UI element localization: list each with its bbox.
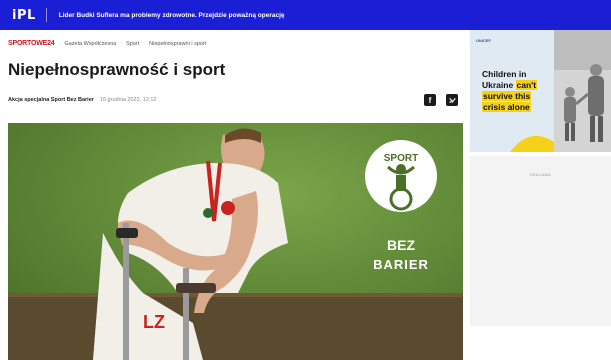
- breadcrumb-item-gazeta[interactable]: Gazeta Współczesna: [64, 41, 116, 47]
- breadcrumb: SPORTOWE24 · Gazeta Współczesna · Sport …: [8, 40, 206, 47]
- article-title: Niepełnosprawność i sport: [8, 60, 226, 79]
- facebook-icon: f: [428, 95, 432, 105]
- breadcrumb-separator: ·: [120, 40, 123, 47]
- twitter-icon: [448, 97, 456, 103]
- hero-photo-illustration: LZ SPORT BEZ BARIER: [8, 123, 463, 360]
- sidebar-placeholder: [470, 156, 611, 326]
- share-twitter-button[interactable]: [446, 94, 458, 106]
- news-ticker-link[interactable]: Lider Budki Suflera ma problemy zdrowotn…: [59, 12, 285, 19]
- logo-barier-text: BARIER: [373, 257, 429, 272]
- logo-sport-text: SPORT: [384, 153, 418, 164]
- share-facebook-button[interactable]: f: [424, 94, 436, 106]
- breadcrumb-separator: ·: [143, 40, 146, 47]
- article-column: SPORTOWE24 · Gazeta Współczesna · Sport …: [0, 30, 466, 360]
- breadcrumb-separator: ·: [58, 40, 61, 47]
- ad-text-panel: UNICEF Children in Ukraine can't survive…: [470, 30, 554, 152]
- ad-decoration: [510, 135, 554, 152]
- logo-bez-text: BEZ: [387, 237, 415, 253]
- breadcrumb-item-current[interactable]: Niepełnosprawni i sport: [149, 41, 206, 47]
- top-bar: iPL Lider Budki Suflera ma problemy zdro…: [0, 0, 611, 30]
- breadcrumb-item-sport[interactable]: Sport: [126, 41, 139, 47]
- hero-image: LZ SPORT BEZ BARIER: [8, 123, 463, 360]
- article-meta: Akcja specjalna Sport Bez Barier 16 grud…: [8, 97, 156, 103]
- ad-photo-children: [554, 30, 611, 152]
- article-date: 16 grudnia 2022, 12:12: [99, 97, 157, 103]
- section-brand-logo[interactable]: SPORTOWE24: [8, 40, 55, 47]
- advertisement-banner[interactable]: UNICEF Children in Ukraine can't survive…: [470, 30, 611, 152]
- site-logo[interactable]: iPL: [12, 8, 36, 23]
- shirt-number: LZ: [143, 312, 165, 332]
- top-bar-divider: [45, 8, 47, 22]
- ad-label: REKLAMA: [529, 172, 552, 177]
- article-author[interactable]: Akcja specjalna Sport Bez Barier: [8, 97, 94, 103]
